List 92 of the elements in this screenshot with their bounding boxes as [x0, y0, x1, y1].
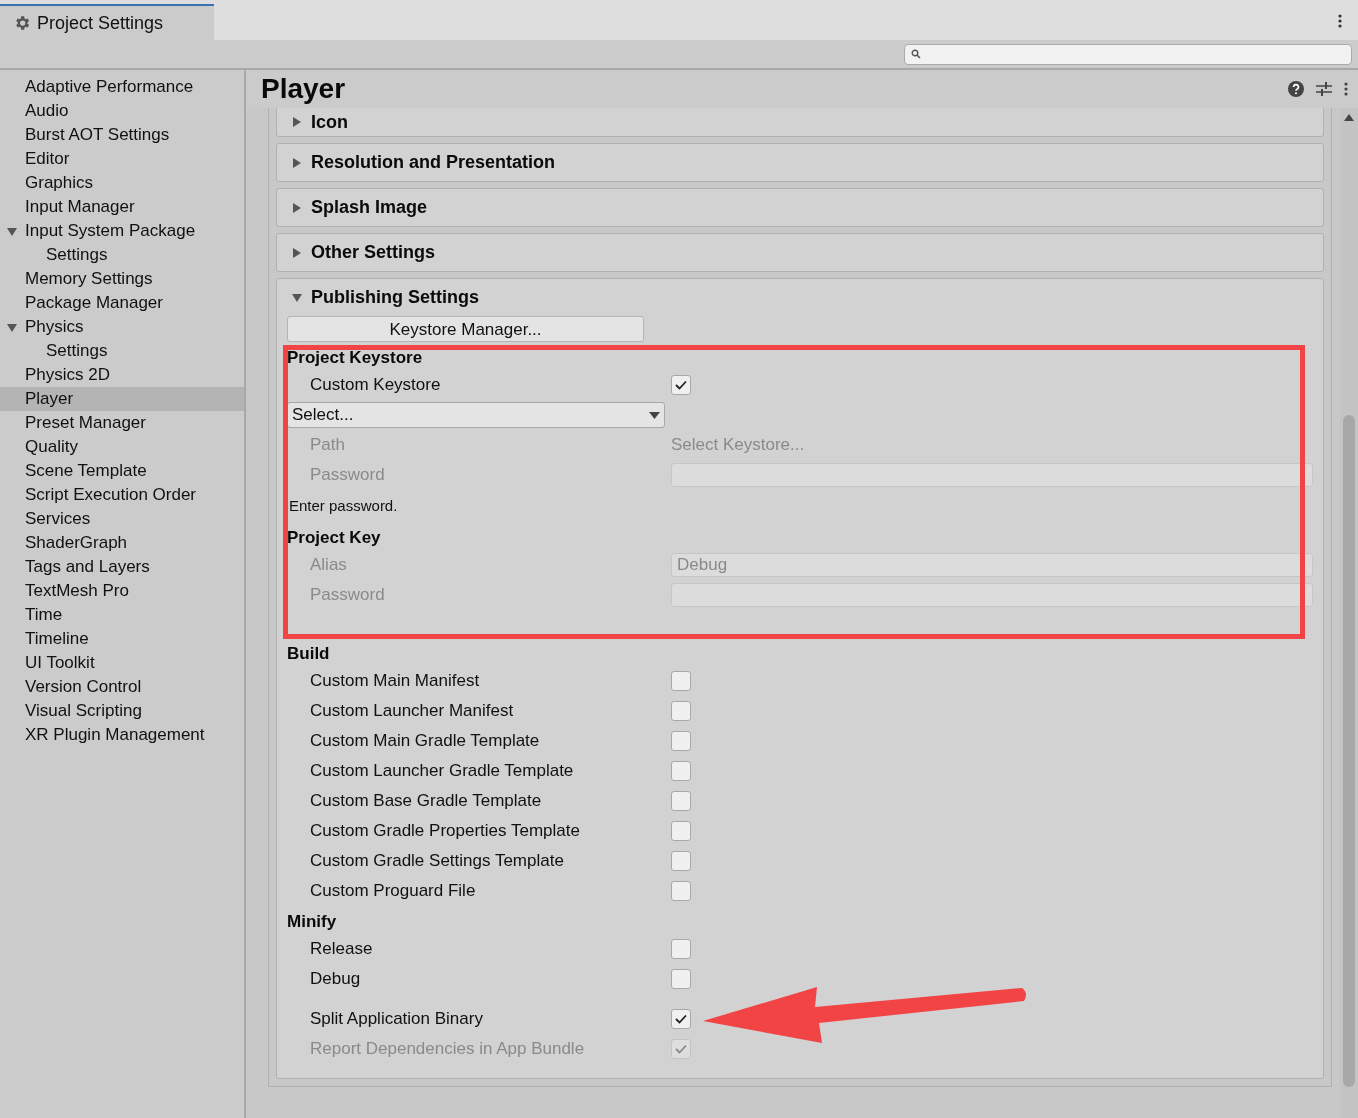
scroll-up-icon[interactable]	[1344, 114, 1354, 121]
checkbox[interactable]	[671, 851, 691, 871]
checkbox[interactable]	[671, 375, 691, 395]
sidebar-item[interactable]: Settings	[0, 243, 244, 267]
group-heading: Minify	[287, 910, 338, 933]
checkbox[interactable]	[671, 761, 691, 781]
checkbox[interactable]	[671, 1009, 691, 1029]
checkbox[interactable]	[671, 939, 691, 959]
checkbox[interactable]	[671, 881, 691, 901]
sidebar-item[interactable]: Memory Settings	[0, 267, 244, 291]
sidebar-item[interactable]: TextMesh Pro	[0, 579, 244, 603]
checkbox[interactable]	[671, 821, 691, 841]
expand-arrow-icon[interactable]	[7, 323, 17, 333]
sidebar-item[interactable]: Physics 2D	[0, 363, 244, 387]
search-field[interactable]	[904, 43, 1352, 65]
sidebar-item[interactable]: Quality	[0, 435, 244, 459]
group-heading: Build	[287, 642, 331, 665]
field-label: Custom Main Gradle Template	[309, 730, 541, 753]
sidebar-item[interactable]: Timeline	[0, 627, 244, 651]
group-heading: Project Keystore	[287, 346, 424, 369]
sidebar-item[interactable]: Version Control	[0, 675, 244, 699]
checkmark-icon	[675, 1044, 687, 1054]
field-label: Custom Proguard File	[309, 880, 477, 903]
field-label: Custom Gradle Properties Template	[309, 820, 581, 843]
foldout-arrow-icon[interactable]	[292, 247, 302, 258]
sidebar-item[interactable]: Visual Scripting	[0, 699, 244, 723]
foldout-header[interactable]: Splash Image	[277, 189, 1323, 226]
sidebar-item[interactable]: Adaptive Performance	[0, 75, 244, 99]
sidebar-item[interactable]: Physics	[0, 315, 244, 339]
more-menu-icon[interactable]	[1344, 82, 1348, 96]
field-label: Debug	[309, 968, 362, 991]
field-label: Custom Base Gradle Template	[309, 790, 543, 813]
sidebar-item[interactable]: UI Toolkit	[0, 651, 244, 675]
field-label: Custom Launcher Manifest	[309, 700, 515, 723]
sidebar-item[interactable]: Graphics	[0, 171, 244, 195]
sidebar-item[interactable]: ShaderGraph	[0, 531, 244, 555]
page-title: Player	[261, 72, 346, 106]
foldout-arrow-icon[interactable]	[292, 157, 302, 168]
field-label: Release	[309, 938, 374, 961]
sliders-icon[interactable]	[1316, 81, 1332, 97]
keystore-dropdown[interactable]: Select...	[287, 402, 665, 428]
sidebar-item[interactable]: Time	[0, 603, 244, 627]
sidebar-item[interactable]: Input Manager	[0, 195, 244, 219]
sidebar-item[interactable]: Tags and Layers	[0, 555, 244, 579]
foldout-arrow-icon[interactable]	[292, 117, 302, 127]
checkbox[interactable]	[671, 731, 691, 751]
field-label: Custom Main Manifest	[309, 670, 481, 693]
sidebar-item[interactable]: Audio	[0, 99, 244, 123]
sidebar-item[interactable]: XR Plugin Management	[0, 723, 244, 747]
hint-text: Enter password.	[288, 495, 398, 516]
caret-icon	[649, 411, 660, 419]
checkbox[interactable]	[671, 969, 691, 989]
sidebar-item[interactable]: Script Execution Order	[0, 483, 244, 507]
scrollbar[interactable]	[1340, 108, 1358, 1118]
foldout-arrow-icon[interactable]	[292, 202, 302, 213]
field-label: Path	[309, 434, 346, 457]
more-menu-icon[interactable]	[1338, 14, 1342, 28]
group-heading: Project Key	[287, 526, 382, 549]
password-field[interactable]	[671, 463, 1313, 487]
field-label: Report Dependencies in App Bundle	[309, 1038, 586, 1061]
checkbox[interactable]	[671, 791, 691, 811]
search-icon	[911, 49, 921, 59]
password-field[interactable]	[671, 583, 1313, 607]
checkbox[interactable]	[671, 701, 691, 721]
sidebar-item[interactable]: Preset Manager	[0, 411, 244, 435]
field-label: Alias	[309, 554, 348, 577]
field-label: Split Application Binary	[309, 1008, 484, 1031]
sidebar-item[interactable]: Scene Template	[0, 459, 244, 483]
help-icon[interactable]	[1288, 81, 1304, 97]
field-label: Custom Gradle Settings Template	[309, 850, 565, 873]
foldout-header[interactable]: Publishing Settings	[277, 279, 1323, 316]
checkbox[interactable]	[671, 671, 691, 691]
foldout-header[interactable]: Other Settings	[277, 234, 1323, 271]
sidebar-item[interactable]: Services	[0, 507, 244, 531]
foldout-header[interactable]: Icon	[277, 108, 1323, 136]
foldout-arrow-icon[interactable]	[292, 292, 302, 303]
expand-arrow-icon[interactable]	[7, 227, 17, 237]
checkmark-icon	[675, 380, 687, 390]
foldout-header[interactable]: Resolution and Presentation	[277, 144, 1323, 181]
keystore-manager-button[interactable]: Keystore Manager...	[287, 316, 644, 342]
field-label: Custom Keystore	[309, 374, 442, 397]
checkmark-icon	[675, 1014, 687, 1024]
sidebar-item[interactable]: Settings	[0, 339, 244, 363]
window-tab[interactable]: Project Settings	[0, 4, 214, 40]
sidebar-item[interactable]: Package Manager	[0, 291, 244, 315]
field-label: Password	[309, 464, 386, 487]
field-label: Custom Launcher Gradle Template	[309, 760, 575, 783]
sidebar-item[interactable]: Burst AOT Settings	[0, 123, 244, 147]
sidebar-item[interactable]: Editor	[0, 147, 244, 171]
field-label: Password	[309, 584, 386, 607]
sidebar-item[interactable]: Input System Package	[0, 219, 244, 243]
sidebar-item[interactable]: Player	[0, 387, 244, 411]
